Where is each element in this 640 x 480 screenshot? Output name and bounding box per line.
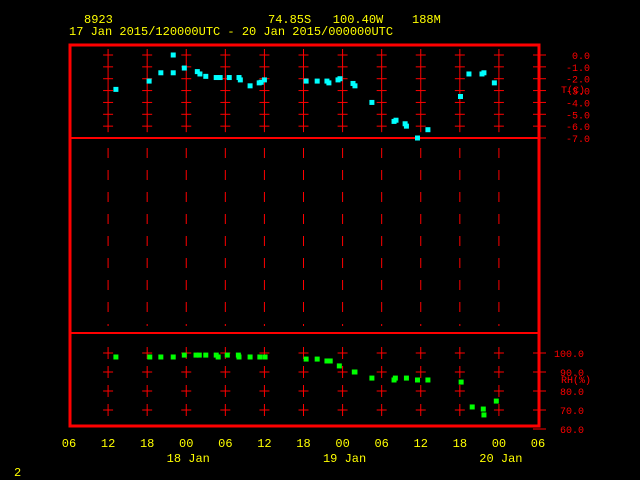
temperature-point (146, 78, 152, 84)
temperature-point (326, 80, 332, 86)
temperature-point (481, 70, 487, 76)
temperature-tick-label: -4.0 (566, 99, 590, 110)
temperature-point (203, 73, 209, 79)
rh-point (113, 354, 119, 360)
temperature-point (314, 78, 320, 84)
x-date-label: 19 Jan (323, 452, 366, 466)
rh-point (414, 377, 420, 383)
temperature-point (303, 78, 309, 84)
rh-point (481, 412, 487, 418)
temperature-point (158, 70, 164, 76)
x-tick-label: 18 (453, 437, 467, 451)
temperature-tick-label: -6.0 (566, 123, 590, 134)
temperature-tick-label: -5.0 (566, 111, 590, 122)
x-tick-label: 06 (218, 437, 232, 451)
temperature-point (393, 117, 399, 123)
rh-point (224, 352, 230, 358)
rh-point (303, 356, 309, 362)
temperature-point (197, 71, 203, 77)
x-tick-label: 00 (335, 437, 349, 451)
temperature-point (403, 123, 409, 129)
temperature-point (237, 77, 243, 83)
temperature-point (113, 86, 119, 92)
rh-point (458, 379, 464, 385)
temperature-point (491, 80, 497, 86)
rh-point (170, 354, 176, 360)
rh-point (247, 354, 253, 360)
x-tick-label: 18 (140, 437, 154, 451)
temperature-point (261, 77, 267, 83)
rh-tick-label: 90.0 (560, 369, 584, 380)
rh-point (480, 406, 486, 412)
rh-point (425, 377, 431, 383)
x-tick-label: 00 (179, 437, 193, 451)
x-tick-label: 12 (414, 437, 428, 451)
rh-point (392, 375, 398, 381)
temperature-tick-label: -7.0 (566, 135, 590, 146)
temperature-point (369, 99, 375, 105)
rh-point (158, 354, 164, 360)
rh-point (493, 398, 499, 404)
x-tick-label: 06 (531, 437, 545, 451)
temperature-point (466, 71, 472, 77)
rh-point (314, 356, 320, 362)
temperature-tick-label: -1.0 (566, 64, 590, 75)
x-tick-label: 12 (101, 437, 115, 451)
x-tick-label: 12 (257, 437, 271, 451)
temperature-point (352, 83, 358, 89)
x-tick-label: 18 (296, 437, 310, 451)
page-number: 2 (14, 466, 21, 480)
temperature-point (247, 83, 253, 89)
temperature-tick-label: -2.0 (566, 76, 590, 87)
rh-point (327, 358, 333, 364)
time-range: 17 Jan 2015/120000UTC - 20 Jan 2015/0000… (69, 25, 393, 39)
rh-point (469, 404, 475, 410)
rh-point (369, 375, 375, 381)
temperature-point (170, 52, 176, 58)
rh-tick-label: 70.0 (560, 407, 584, 418)
temperature-tick-label: 0.0 (572, 52, 590, 63)
rh-point (336, 363, 342, 369)
x-date-label: 18 Jan (167, 452, 210, 466)
rh-point (196, 352, 202, 358)
rh-point (181, 352, 187, 358)
x-tick-label: 06 (62, 437, 76, 451)
rh-point (236, 354, 242, 360)
x-tick-label: 06 (374, 437, 388, 451)
rh-point (403, 375, 409, 381)
rh-tick-label: 60.0 (560, 426, 584, 437)
meteogram: 8923 74.85S 100.40W 188M 17 Jan 2015/120… (14, 13, 591, 480)
rh-point (203, 352, 209, 358)
temperature-point (337, 76, 343, 82)
rh-tick-label: 80.0 (560, 388, 584, 399)
temperature-point (217, 75, 223, 81)
temperature-point (457, 94, 463, 99)
temperature-point (414, 135, 420, 141)
temperature-point (425, 127, 431, 133)
temperature-point (170, 70, 176, 76)
temperature-point (181, 65, 187, 71)
rh-point (215, 354, 221, 360)
rh-tick-label: 100.0 (554, 350, 584, 361)
x-tick-label: 00 (492, 437, 506, 451)
temperature-tick-label: -3.0 (566, 88, 590, 99)
rh-point (352, 369, 358, 375)
rh-point (262, 354, 268, 360)
rh-point (257, 354, 263, 360)
temperature-point (226, 75, 232, 81)
rh-point (147, 354, 153, 360)
x-date-label: 20 Jan (479, 452, 522, 466)
